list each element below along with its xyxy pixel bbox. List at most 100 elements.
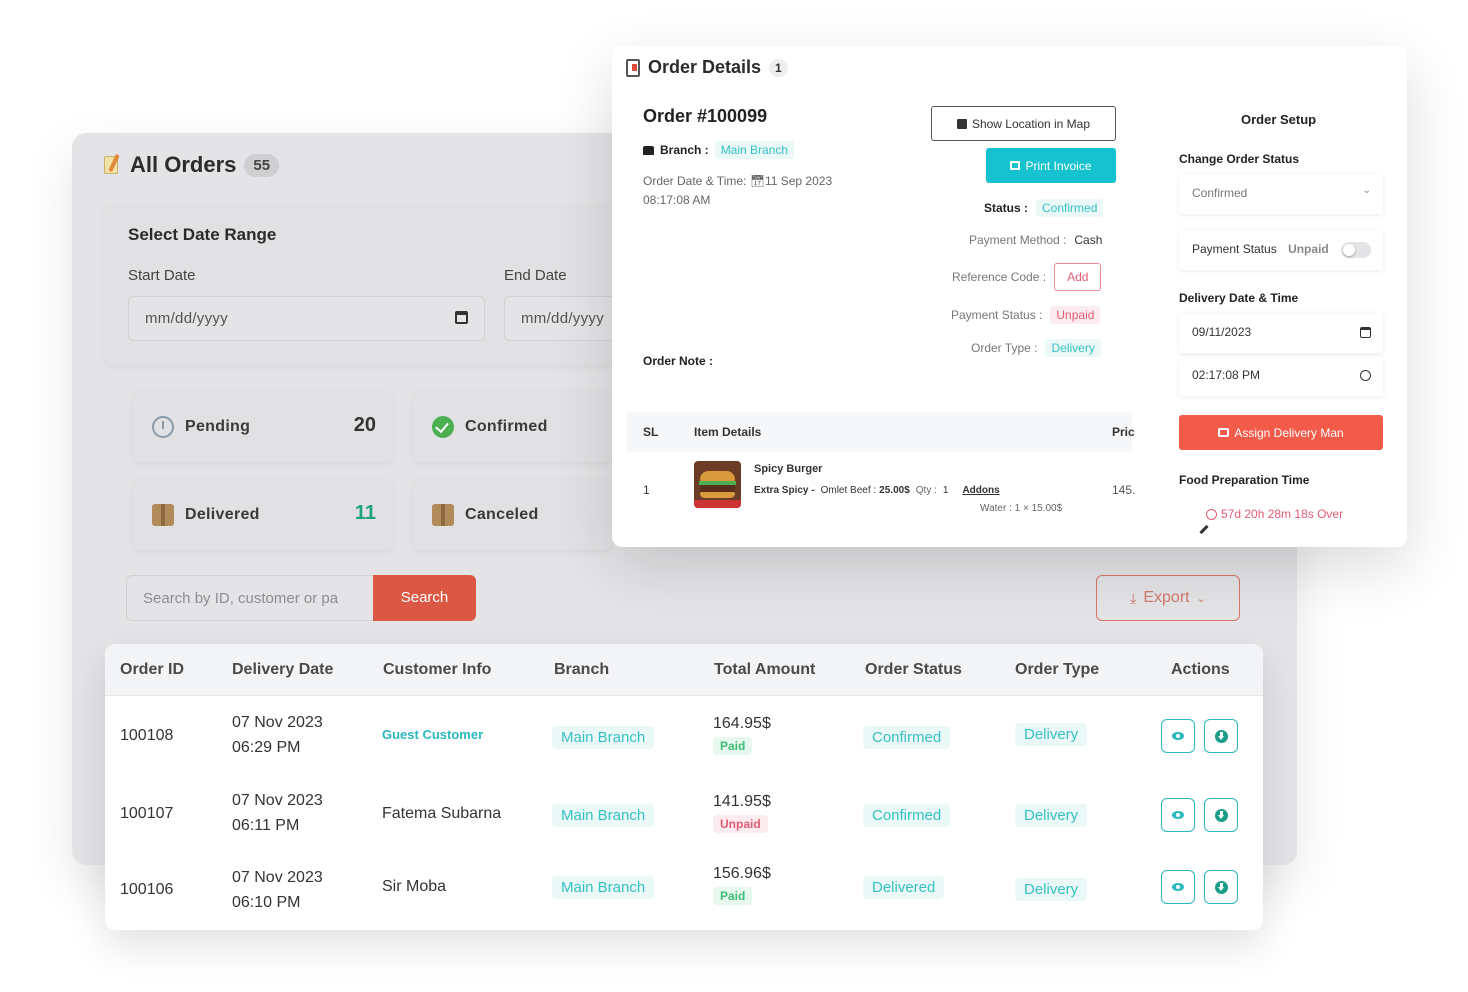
map-icon bbox=[956, 118, 967, 129]
stat-label: Canceled bbox=[465, 506, 539, 523]
order-details-title: Order Details bbox=[648, 57, 762, 77]
payment-badge: Unpaid bbox=[713, 815, 768, 833]
col-branch[interactable]: Branch bbox=[554, 661, 609, 679]
payment-status-row: Payment Status : Unpaid bbox=[951, 306, 1101, 324]
start-date-input[interactable]: mm/dd/yyyy bbox=[128, 296, 485, 341]
date-text: 07 Nov 2023 bbox=[232, 792, 323, 809]
order-id[interactable]: 100106 bbox=[120, 881, 173, 899]
download-icon bbox=[1214, 880, 1228, 894]
delivery-man-icon bbox=[1218, 428, 1230, 437]
delivery-date-value: 09/11/2023 bbox=[1192, 325, 1252, 339]
payment-status-badge: Unpaid bbox=[1050, 306, 1101, 324]
table-row[interactable]: 100108 07 Nov 2023 06:29 PM Guest Custom… bbox=[105, 697, 1263, 775]
customer-info[interactable]: Sir Moba bbox=[382, 878, 446, 896]
status-row: Status : Confirmed bbox=[984, 199, 1104, 217]
view-button[interactable] bbox=[1161, 798, 1195, 832]
amount-text: 156.96$ bbox=[713, 865, 771, 882]
item-variation: Extra Spicy - Omlet Beef : 25.00$ Qty : … bbox=[754, 485, 1000, 496]
page-title: All Orders bbox=[130, 152, 237, 177]
col-delivery-date[interactable]: Delivery Date bbox=[232, 661, 333, 679]
start-date-placeholder: mm/dd/yyyy bbox=[145, 310, 229, 327]
order-type-row: Order Type : Delivery bbox=[971, 339, 1101, 357]
order-status-select[interactable]: Confirmed ⌄ bbox=[1179, 174, 1383, 214]
variation-option: Omlet Beef : bbox=[820, 485, 877, 496]
clock-icon bbox=[152, 416, 174, 438]
view-button[interactable] bbox=[1161, 719, 1195, 753]
addons-label: Addons bbox=[962, 485, 1000, 496]
search-button[interactable]: Search bbox=[373, 575, 476, 621]
stat-card-canceled[interactable]: Canceled bbox=[412, 480, 612, 550]
col-order-status[interactable]: Order Status bbox=[865, 661, 962, 679]
chevron-down-icon: ⌄ bbox=[1196, 592, 1206, 605]
col-order-type[interactable]: Order Type bbox=[1015, 661, 1099, 679]
payment-status-toggle[interactable] bbox=[1341, 242, 1371, 258]
export-label: Export bbox=[1143, 589, 1190, 606]
stat-card-confirmed[interactable]: Confirmed bbox=[412, 392, 612, 462]
time-value: 08:17:08 AM bbox=[643, 193, 711, 207]
add-reference-button[interactable]: Add bbox=[1054, 263, 1102, 291]
show-location-button[interactable]: Show Location in Map bbox=[931, 106, 1116, 141]
search-input[interactable]: Search by ID, customer or pa bbox=[126, 575, 374, 621]
start-date-label: Start Date bbox=[128, 267, 196, 284]
calendar-icon: 📅︎ bbox=[749, 174, 765, 188]
table-row[interactable]: 100107 07 Nov 2023 06:11 PM Fatema Subar… bbox=[105, 775, 1263, 853]
type-badge: Delivery bbox=[1015, 723, 1088, 746]
prep-time-display: 57d 20h 28m 18s Over bbox=[1206, 507, 1343, 521]
delivery-date-input[interactable]: 09/11/2023 bbox=[1179, 313, 1383, 353]
memo-icon bbox=[104, 153, 122, 176]
status-badge: Delivered bbox=[863, 876, 945, 899]
clock-icon[interactable] bbox=[1360, 370, 1371, 381]
amount-text: 164.95$ bbox=[713, 715, 771, 732]
order-id[interactable]: 100107 bbox=[120, 805, 173, 823]
col-total-amount[interactable]: Total Amount bbox=[714, 661, 815, 679]
search-placeholder: Search by ID, customer or pa bbox=[143, 590, 339, 607]
download-button[interactable] bbox=[1204, 719, 1238, 753]
total-amount: 141.95$ Unpaid bbox=[713, 793, 771, 833]
stat-card-delivered[interactable]: Delivered 11 bbox=[132, 480, 392, 550]
branch-label: Branch : bbox=[660, 143, 709, 157]
delivery-time-value: 02:17:08 PM bbox=[1192, 368, 1261, 382]
branch-badge: Main Branch bbox=[552, 804, 655, 827]
change-status-label: Change Order Status bbox=[1179, 152, 1300, 166]
delivery-time-input[interactable]: 02:17:08 PM bbox=[1179, 356, 1383, 396]
branch-badge: Main Branch bbox=[552, 876, 655, 899]
store-icon bbox=[643, 145, 654, 155]
download-button[interactable] bbox=[1204, 798, 1238, 832]
prep-time-value: 57d 20h 28m 18s Over bbox=[1221, 507, 1344, 521]
customer-info[interactable]: Guest Customer bbox=[382, 727, 483, 742]
reference-code-label: Reference Code : bbox=[952, 270, 1047, 284]
date-range-heading: Select Date Range bbox=[128, 225, 277, 244]
prep-time-label: Food Preparation Time bbox=[1179, 473, 1310, 487]
download-button[interactable] bbox=[1204, 870, 1238, 904]
box-icon bbox=[152, 504, 174, 526]
printer-icon bbox=[1010, 161, 1021, 170]
customer-info[interactable]: Fatema Subarna bbox=[382, 805, 501, 823]
col-sl: SL bbox=[643, 425, 659, 439]
export-button[interactable]: ⤓ Export ⌄ bbox=[1096, 575, 1240, 621]
calendar-icon[interactable] bbox=[1360, 327, 1371, 338]
end-date-input[interactable]: mm/dd/yyyy bbox=[504, 296, 625, 341]
view-button[interactable] bbox=[1161, 870, 1195, 904]
col-order-id[interactable]: Order ID bbox=[120, 661, 184, 679]
col-customer-info[interactable]: Customer Info bbox=[383, 661, 491, 679]
amount-text: 141.95$ bbox=[713, 793, 771, 810]
payment-method-row: Payment Method : Cash bbox=[969, 233, 1102, 247]
all-orders-header: All Orders 55 bbox=[104, 152, 280, 178]
status-badge: Confirmed bbox=[863, 804, 951, 827]
item-price: 145. bbox=[1112, 483, 1136, 497]
time-text: 06:10 PM bbox=[232, 894, 301, 911]
branch-line: Branch : Main Branch bbox=[643, 141, 795, 159]
calendar-icon[interactable] bbox=[455, 311, 468, 324]
date-text: 07 Nov 2023 bbox=[232, 714, 323, 731]
col-actions: Actions bbox=[1171, 661, 1230, 678]
print-invoice-button[interactable]: Print Invoice bbox=[986, 148, 1116, 183]
stat-card-pending[interactable]: Pending 20 bbox=[132, 392, 392, 462]
table-row[interactable]: 100106 07 Nov 2023 06:10 PM Sir Moba Mai… bbox=[105, 853, 1263, 930]
col-item-details: Item Details bbox=[694, 425, 762, 439]
assign-delivery-man-button[interactable]: Assign Delivery Man bbox=[1179, 415, 1383, 450]
delivery-date: 07 Nov 2023 06:11 PM bbox=[232, 788, 323, 838]
eye-icon bbox=[1172, 811, 1184, 819]
time-text: 06:29 PM bbox=[232, 739, 301, 756]
order-id[interactable]: 100108 bbox=[120, 727, 173, 745]
item-name: Spicy Burger bbox=[754, 463, 823, 475]
